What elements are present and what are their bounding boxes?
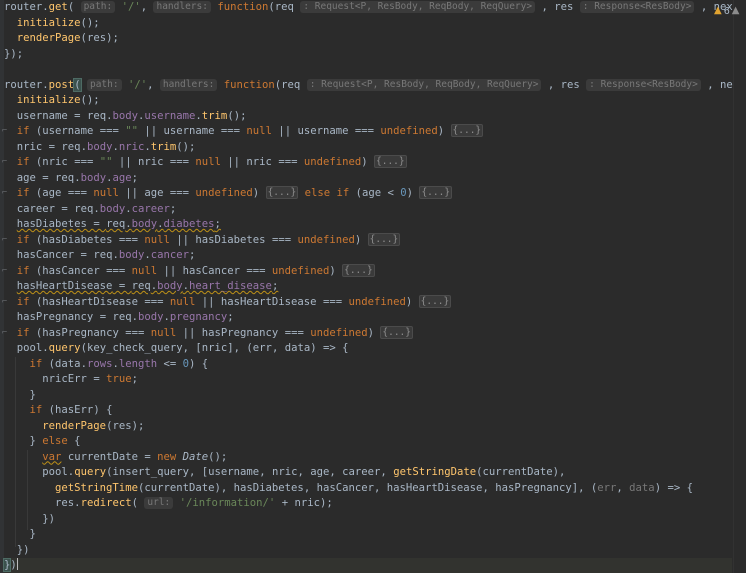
folded-block[interactable]: {...} [418,294,452,308]
warning-underline[interactable]: var [42,451,61,463]
code-line[interactable]: initialize(); [4,93,732,109]
code-line[interactable]: ⌐ if (username === "" || username === nu… [1,124,732,140]
folded-block[interactable]: {...} [419,186,453,199]
folded-block[interactable]: {...} [265,186,299,199]
code-line[interactable]: } [4,527,732,543]
fold-marker[interactable]: ⌐ [1,264,8,280]
weak-warning-icon: ▲ [731,5,740,16]
code-line[interactable]: var currentDate = new Date(); [4,450,732,466]
fold-marker[interactable]: ⌐ [1,326,8,342]
code-line[interactable]: res.redirect( url: '/information/' + nri… [4,496,732,512]
code-line[interactable]: ⌐ if (age === null || age === undefined)… [1,186,732,202]
router-identifier: router [4,1,43,13]
vertical-scrollbar[interactable] [733,0,746,573]
param-hint-handlers: handlers: [159,78,218,91]
code-line[interactable]: career = req.body.career; [4,202,732,218]
code-line[interactable]: }); [4,47,732,63]
warning-icon: ▲ [714,5,722,16]
param-hint-url: url: [144,497,174,509]
warning-underline[interactable]: hasHeartDisease = req.body.heart_disease… [17,280,279,292]
code-editor[interactable]: router.get( path: '/', handlers: functio… [0,0,746,573]
code-line-current[interactable]: }) [2,558,732,573]
bracket-match: ( [73,77,82,92]
code-line[interactable]: nricErr = true; [4,372,732,388]
fold-marker[interactable]: ⌐ [1,186,8,202]
fold-marker[interactable]: ⌐ [1,233,8,249]
bracket-match: } [2,558,12,572]
fold-marker[interactable]: ⌐ [1,124,8,140]
code-line[interactable]: renderPage(res); [4,419,732,435]
code-line[interactable]: hasHeartDisease = req.body.heart_disease… [4,279,732,295]
inspection-widget[interactable]: ▲ 6 ▲ [714,4,746,18]
code-line[interactable]: pool.query(insert_query, [username, nric… [4,465,732,481]
code-line[interactable]: }) [4,512,732,528]
code-line[interactable]: renderPage(res); [4,31,732,47]
fold-marker[interactable]: ⌐ [1,155,8,171]
warning-underline[interactable]: hasDiabetes = req.body.diabetes; [17,218,221,230]
get-method: get [48,1,68,13]
code-line[interactable]: if (data.rows.length <= 0) { [4,357,732,373]
code-line[interactable]: ⌐ if (hasCancer === null || hasCancer ==… [1,263,732,280]
type-hint-req: : Request<P, ResBody, ReqBody, ReqQuery> [306,78,542,91]
type-hint-res: : Response<ResBody> [586,78,701,91]
folded-block[interactable]: {...} [380,325,413,339]
code-line[interactable]: getStringTime(currentDate), hasDiabetes,… [4,481,732,497]
code-line[interactable]: username = req.body.username.trim(); [4,109,732,125]
param-hint-handlers: handlers: [153,1,211,13]
warning-count: 6 [723,5,730,17]
code-line[interactable]: }) [4,543,732,559]
code-line[interactable]: router.post( path: '/', handlers: functi… [4,77,745,94]
code-line[interactable]: ⌐ if (hasPregnancy === null || hasPregna… [1,325,732,342]
code-line[interactable]: ⌐ if (nric === "" || nric === null || nr… [1,155,732,171]
code-line[interactable]: hasPregnancy = req.body.pregnancy; [4,310,732,326]
code-line[interactable]: hasDiabetes = req.body.diabetes; [4,217,732,233]
folded-block[interactable]: {...} [367,232,401,246]
code-line[interactable]: } else { [4,434,732,450]
code-line[interactable]: } [4,388,732,404]
type-hint-res: : Response<ResBody> [579,1,695,13]
folded-block[interactable]: {...} [450,124,484,137]
code-line[interactable]: initialize(); [4,16,732,32]
code-line[interactable]: nric = req.body.nric.trim(); [4,140,732,156]
type-hint-req: : Request<P, ResBody, ReqBody, ReqQuery> [300,1,536,13]
text-caret [16,558,19,570]
fold-marker[interactable]: ⌐ [1,295,8,311]
code-line[interactable]: hasCancer = req.body.cancer; [4,248,732,264]
code-line[interactable]: age = req.body.age; [4,171,732,187]
folded-block[interactable]: {...} [374,155,407,168]
code-line[interactable]: ⌐ if (hasHeartDisease === null || hasHea… [1,294,732,311]
code-line[interactable]: router.get( path: '/', handlers: functio… [4,0,746,16]
folded-block[interactable]: {...} [342,263,375,277]
code-line[interactable]: ⌐ if (hasDiabetes === null || hasDiabete… [1,232,732,249]
code-line[interactable]: if (hasErr) { [4,403,732,419]
code-line[interactable]: pool.query(key_check_query, [nric], (err… [4,341,732,357]
post-method: post [48,78,75,91]
param-hint-path: path: [80,1,116,13]
param-hint-path: path: [86,78,122,91]
